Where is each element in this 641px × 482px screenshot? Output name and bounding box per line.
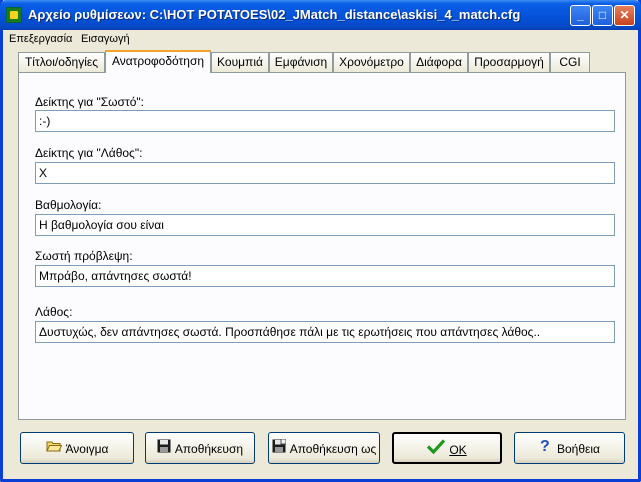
minimize-button[interactable]: _: [570, 5, 591, 26]
help-button-label: Βοήθεια: [557, 441, 600, 456]
score-input[interactable]: Η βαθμολογία σου είναι: [35, 214, 615, 236]
app-icon: [6, 7, 22, 23]
floppy-disk-as-icon: [272, 434, 287, 463]
score-label: Βαθμολογία:: [35, 198, 102, 212]
incorrect-label: Λάθος:: [35, 305, 73, 319]
menu-bar: Επεξεργασία Εισαγωγή: [3, 30, 638, 48]
correct-indicator-label: Δείκτης για "Σωστό":: [35, 95, 144, 109]
menu-edit[interactable]: Επεξεργασία: [9, 33, 72, 45]
tab-feedback[interactable]: Ανατροφοδότηση: [105, 50, 211, 73]
tab-cgi[interactable]: CGI: [550, 52, 590, 72]
menu-insert[interactable]: Εισαγωγή: [81, 33, 130, 45]
open-button[interactable]: Άνοιγμα: [20, 432, 134, 464]
tab-appearance[interactable]: Εμφάνιση: [269, 52, 333, 72]
save-as-button[interactable]: Αποθήκευση ως: [268, 432, 380, 464]
svg-text:?: ?: [540, 438, 550, 453]
open-button-label: Άνοιγμα: [65, 441, 109, 456]
config-window: Αρχείο ρυθμίσεων: C:\HOT POTATOES\02_JMa…: [0, 0, 641, 482]
tab-timer[interactable]: Χρονόμετρο: [333, 52, 410, 72]
folder-open-icon: [45, 434, 62, 463]
tab-misc[interactable]: Διάφορα: [410, 52, 468, 72]
save-as-button-label: Αποθήκευση ως: [289, 441, 377, 456]
green-checkmark-icon: [427, 435, 446, 462]
title-bar[interactable]: Αρχείο ρυθμίσεων: C:\HOT POTATOES\02_JMa…: [0, 0, 641, 30]
save-button-label: Αποθήκευση: [174, 441, 244, 456]
save-button[interactable]: Αποθήκευση: [145, 432, 255, 464]
feedback-panel: Δείκτης για "Σωστό": :-) Δείκτης για "Λά…: [18, 72, 626, 420]
incorrect-input[interactable]: Δυστυχώς, δεν απάντησες σωστά. Προσπάθησ…: [35, 321, 615, 343]
tab-titles-instructions[interactable]: Τίτλοι/οδηγίες: [18, 52, 105, 72]
tab-buttons[interactable]: Κουμπιά: [211, 52, 269, 72]
help-button[interactable]: ? Βοήθεια: [514, 432, 625, 464]
incorrect-indicator-label: Δείκτης για "Λάθος":: [35, 146, 143, 160]
tab-customize[interactable]: Προσαρμογή: [468, 52, 550, 72]
ok-button[interactable]: OK: [392, 432, 502, 464]
close-button[interactable]: ✕: [614, 5, 635, 26]
correct-guess-label: Σωστή πρόβλεψη:: [35, 249, 133, 263]
correct-guess-input[interactable]: Μπράβο, απάντησες σωστά!: [35, 265, 615, 287]
incorrect-indicator-input[interactable]: X: [35, 162, 615, 184]
floppy-disk-icon: [157, 434, 171, 463]
window-title: Αρχείο ρυθμίσεων: C:\HOT POTATOES\02_JMa…: [28, 7, 521, 22]
ok-button-label: OK: [449, 442, 467, 457]
maximize-button[interactable]: □: [592, 5, 613, 26]
help-question-icon: ?: [539, 434, 553, 463]
correct-indicator-input[interactable]: :-): [35, 110, 615, 132]
